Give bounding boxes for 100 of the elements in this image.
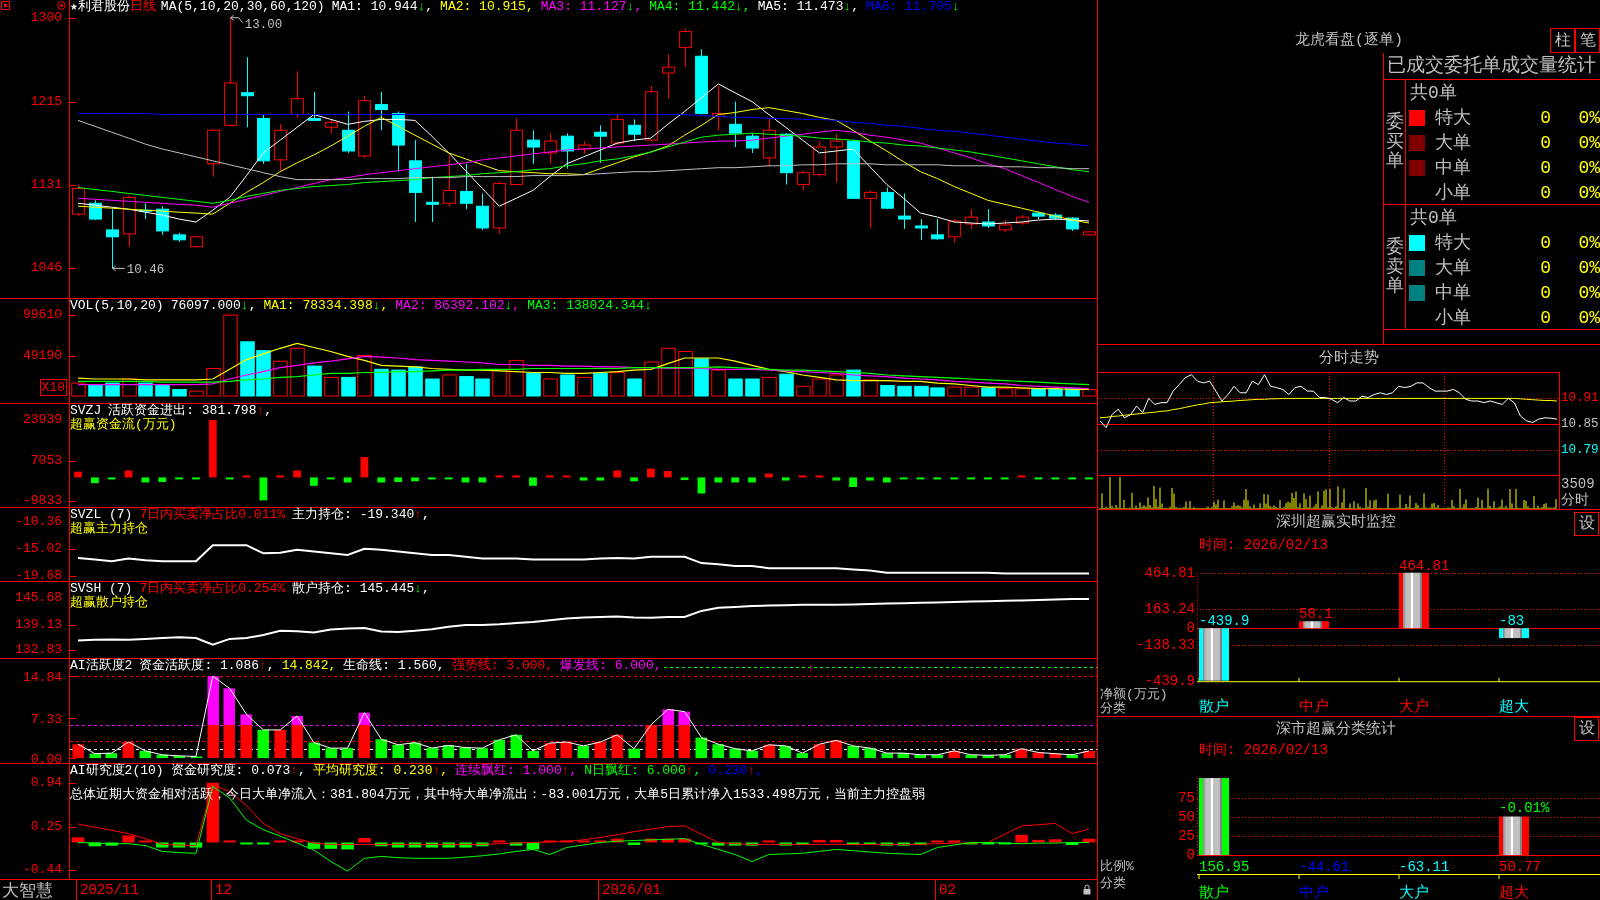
axis-tick-label: 49190 (23, 349, 62, 364)
axis-tick-label: 23939 (23, 413, 62, 428)
legend-value: 生命线: 1.560, (343, 659, 445, 673)
stock-name: ★利君股份 (70, 0, 130, 14)
axis-tick-label: 145.68 (15, 591, 62, 605)
axis-tick-label: 0.94 (30, 775, 62, 790)
category-label: 大户 (1399, 885, 1429, 900)
indicator-name: AI活跃度2 (70, 659, 133, 673)
category-label: 中户 (1299, 699, 1329, 716)
order-count: 0 (1540, 281, 1551, 304)
order-count: 0 (1540, 181, 1551, 204)
bar-value-label: -439.9 (1199, 613, 1250, 630)
category-value-label: 156.95 (1199, 859, 1250, 875)
axis-title: 分时 (1561, 492, 1589, 508)
axis-tick-label: -9833 (23, 493, 62, 508)
legend-value: MA3: 138024.344↓ (527, 299, 652, 313)
axis-tick-label: 10.91 (1561, 391, 1599, 406)
category-value-label: -44.61 (1299, 859, 1350, 875)
indicator-name: MA(5,10,20,30,60,120) (160, 0, 325, 14)
legend-value: 7日内买卖净占比0.254% (139, 582, 286, 596)
bar-value-label: 58.1 (1299, 606, 1333, 623)
date-axis-label: 2025/11 (76, 880, 139, 900)
legend-value: 散户持仓: 145.445↓, (292, 582, 430, 596)
signal-arrow: ↑ (807, 661, 815, 676)
order-size-label: 小单 (1435, 306, 1471, 329)
axis-tick-label: 1300 (30, 10, 62, 25)
order-size-label: 大单 (1435, 131, 1471, 154)
order-share: 0% (1578, 156, 1600, 179)
order-size-label: 特大 (1435, 106, 1471, 129)
axis-tick-label: -15.02 (15, 541, 62, 556)
brand-name: 大智慧 (2, 880, 53, 900)
date-text: 时间: 2026/02/13 (1199, 742, 1328, 758)
axis-tick-label: 3509 (1561, 476, 1595, 492)
order-size-label: 中单 (1435, 281, 1471, 304)
legend-value: 76097.000↓, (170, 299, 257, 313)
panel-title: 深圳超赢实时监控 (1276, 514, 1396, 532)
axis-tick-label: 1046 (30, 261, 62, 276)
order-count: 0 (1540, 106, 1551, 129)
order-share: 0% (1578, 131, 1600, 154)
order-share: 0% (1578, 306, 1600, 329)
order-count: 0 (1540, 156, 1551, 179)
order-share: 0% (1578, 281, 1600, 304)
legend-value: 爆发线: 6.000, (560, 659, 662, 673)
legend-value: MA4: 11.442↓, (649, 0, 751, 14)
legend-value: 0.230↑, (708, 764, 763, 778)
axis-tick-label: 163.24 (1144, 601, 1195, 616)
order-total: 共0单 (1410, 206, 1457, 229)
panel-title: 分时走势 (1319, 349, 1379, 368)
period-label: 日线 (129, 0, 156, 14)
axis-tick-label: -0.44 (23, 863, 62, 878)
legend-value: MA2: 10.915, (440, 0, 534, 14)
axis-tick-label: 132.83 (15, 643, 62, 658)
panel-title: 深市超赢分类统计 (1276, 721, 1396, 739)
category-value-label: -63.11 (1399, 859, 1450, 875)
date-axis-label: 2026/01 (598, 880, 661, 900)
legend-value: 7日内买卖净占比0.011% (139, 508, 286, 522)
legend-value: 主力持仓: -19.340↑, (292, 508, 430, 522)
price-extreme-label: 10.46 (126, 262, 165, 277)
legend-value: 资金活跃度: 1.086↑, (139, 659, 275, 673)
scale-label: X10 (39, 379, 67, 396)
date-text: 时间: 2026/02/13 (1199, 537, 1328, 553)
order-count: 0 (1540, 256, 1551, 279)
order-size-label: 大单 (1435, 256, 1471, 279)
axis-tick-label: -10.36 (15, 514, 62, 529)
axis-tick-label: 7053 (30, 453, 62, 468)
axis-tick-label: 0.25 (30, 819, 62, 834)
axis-tick-label: 99610 (23, 308, 62, 323)
axis-tick-label: 139.13 (15, 617, 62, 632)
axis-title: 比例% (1100, 858, 1134, 875)
axis-tick-label: 10.79 (1561, 443, 1599, 458)
category-label: 超大 (1499, 699, 1529, 716)
axis-tick-label: 75 (1178, 791, 1195, 806)
indicator-name: AI研究度2(10) (70, 764, 164, 778)
axis-tick-label: 25 (1178, 829, 1195, 844)
order-size-label: 小单 (1435, 181, 1471, 204)
bar-value-label: -83 (1499, 613, 1525, 630)
axis-tick-label: 7.33 (30, 712, 62, 727)
axis-tick-label: 50 (1178, 810, 1195, 825)
group-label: 委买单 (1385, 112, 1404, 173)
indicator-name: SVZL (7) (70, 508, 133, 522)
axis-tick-label: -19.68 (15, 568, 62, 583)
legend-value: MA6: 11.705↓ (866, 0, 960, 14)
axis-tick-label: -138.33 (1136, 637, 1195, 652)
annotation-label: -0.01% (1499, 799, 1550, 816)
axis-tick-label: 14.84 (23, 670, 62, 685)
axis-tick-label: 0 (1186, 621, 1195, 636)
order-count: 0 (1540, 131, 1551, 154)
date-axis-label: 12 (211, 880, 232, 900)
category-label: 超大 (1499, 885, 1529, 900)
order-share: 0% (1578, 231, 1600, 254)
indicator-subtitle: 超赢主力持仓 (70, 522, 148, 536)
axis-title: 分类 (1100, 875, 1126, 892)
indicator-name: VOL(5,10,20) (70, 299, 164, 313)
category-label: 中户 (1299, 885, 1329, 900)
axis-tick-label: -439.9 (1144, 673, 1195, 688)
table-title: 已成交委托单成交量统计 (1384, 53, 1600, 80)
indicator-name: SVSH (7) (70, 582, 133, 596)
order-total: 共0单 (1410, 81, 1457, 104)
axis-tick-label: 464.81 (1144, 565, 1195, 580)
axis-tick-label: 0 (1186, 848, 1195, 862)
